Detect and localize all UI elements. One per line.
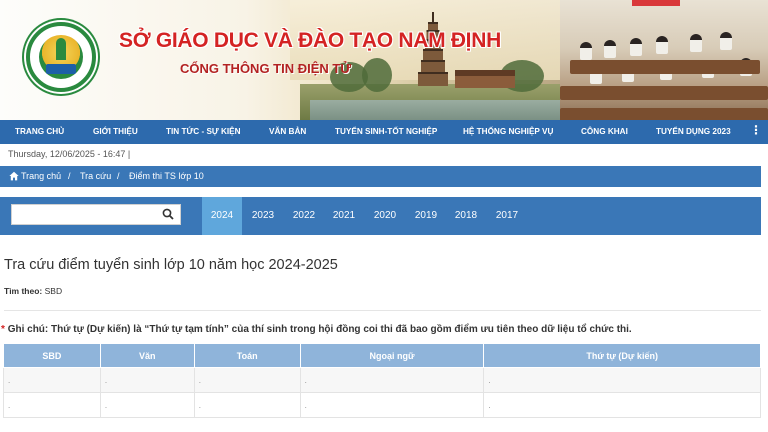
breadcrumb: Trang chủ / Tra cứu / Điểm thi TS lớp 10: [0, 166, 761, 187]
table-cell: .: [483, 367, 761, 393]
breadcrumb-home[interactable]: Trang chủ: [21, 171, 61, 181]
table-row: . . . . .: [3, 367, 761, 393]
search-input[interactable]: [11, 204, 181, 225]
banner-tree: [362, 58, 392, 92]
nav-item-news[interactable]: TIN TỨC - SỰ KIỆN: [166, 127, 241, 136]
table-cell: .: [99, 392, 195, 418]
tab-year-2022[interactable]: 2022: [284, 197, 324, 235]
nav-item-public[interactable]: CÔNG KHAI: [581, 127, 628, 136]
column-header-sbd: SBD: [3, 343, 101, 368]
banner-flag: [632, 0, 680, 6]
divider: [4, 310, 761, 311]
table-cell: .: [299, 392, 485, 418]
table-cell: .: [483, 392, 761, 418]
department-logo[interactable]: [26, 22, 96, 92]
table-cell: .: [99, 367, 195, 393]
column-header-literature: Văn: [99, 343, 195, 368]
current-datetime: Thursday, 12/06/2025 - 16:47 |: [8, 149, 131, 159]
table-cell: .: [3, 367, 101, 393]
more-menu-icon[interactable]: ⋮: [750, 123, 762, 137]
breadcrumb-current: Điểm thi TS lớp 10: [129, 171, 204, 181]
column-header-rank: Thứ tự (Dự kiến): [483, 343, 761, 368]
tab-year-2020[interactable]: 2020: [364, 197, 406, 235]
search-by-label: Tìm theo:: [4, 286, 43, 296]
table-header-row: SBD Văn Toán Ngoại ngữ Thứ tự (Dự kiến): [3, 343, 761, 368]
tab-year-2018[interactable]: 2018: [446, 197, 486, 235]
tab-year-2017[interactable]: 2017: [486, 197, 528, 235]
breadcrumb-separator: /: [68, 171, 71, 181]
nav-item-home[interactable]: TRANG CHỦ: [15, 127, 64, 136]
search-by-value: SBD: [44, 286, 63, 296]
tab-year-2021[interactable]: 2021: [324, 197, 364, 235]
date-bar: Thursday, 12/06/2025 - 16:47 |: [0, 144, 768, 164]
note-body: Ghi chú: Thứ tự (Dự kiến) là “Thứ tự tạm…: [7, 324, 632, 335]
table-cell: .: [3, 392, 101, 418]
page-title: Tra cứu điểm tuyển sinh lớp 10 năm học 2…: [4, 257, 338, 273]
classroom-photo: [560, 0, 768, 120]
header-banner: SỞ GIÁO DỤC VÀ ĐÀO TẠO NAM ĐỊNH CỔNG THÔ…: [0, 0, 768, 120]
filter-bar: 2024 2023 2022 2021 2020 2019 2018 2017: [0, 197, 761, 235]
tab-year-2019[interactable]: 2019: [406, 197, 446, 235]
main-navbar: TRANG CHỦ GIỚI THIỆU TIN TỨC - SỰ KIỆN V…: [0, 120, 768, 144]
nav-item-systems[interactable]: HỆ THỐNG NGHIỆP VỤ: [463, 127, 553, 136]
banner-water: [310, 100, 560, 120]
banner-pavilion: [455, 70, 515, 88]
nav-item-recruitment[interactable]: TUYỂN DỤNG 2023: [656, 127, 731, 136]
breadcrumb-lookup[interactable]: Tra cứu: [80, 171, 111, 181]
column-header-math: Toán: [193, 343, 301, 368]
column-header-foreign-language: Ngoại ngữ: [299, 343, 485, 368]
nav-item-documents[interactable]: VĂN BẢN: [269, 127, 306, 136]
search-icon[interactable]: [162, 208, 174, 220]
note-star: *: [1, 324, 5, 335]
table-cell: .: [193, 367, 301, 393]
table-cell: .: [299, 367, 485, 393]
note-text: * Ghi chú: Thứ tự (Dự kiến) là “Thứ tự t…: [1, 324, 632, 335]
tab-year-2023[interactable]: 2023: [242, 197, 284, 235]
table-cell: .: [193, 392, 301, 418]
breadcrumb-separator: /: [117, 171, 120, 181]
results-table: SBD Văn Toán Ngoại ngữ Thứ tự (Dự kiến) …: [3, 343, 761, 418]
table-row: . . . . .: [3, 392, 761, 418]
tab-year-2024[interactable]: 2024: [202, 197, 242, 235]
home-icon[interactable]: [9, 171, 19, 181]
nav-item-admissions[interactable]: TUYỂN SINH-TỐT NGHIỆP: [335, 127, 437, 136]
nav-item-about[interactable]: GIỚI THIỆU: [93, 127, 138, 136]
site-subtitle: CỔNG THÔNG TIN ĐIỆN TỬ: [180, 61, 352, 76]
site-title: SỞ GIÁO DỤC VÀ ĐÀO TẠO NAM ĐỊNH: [119, 29, 501, 52]
search-by: Tìm theo: SBD: [4, 286, 62, 296]
